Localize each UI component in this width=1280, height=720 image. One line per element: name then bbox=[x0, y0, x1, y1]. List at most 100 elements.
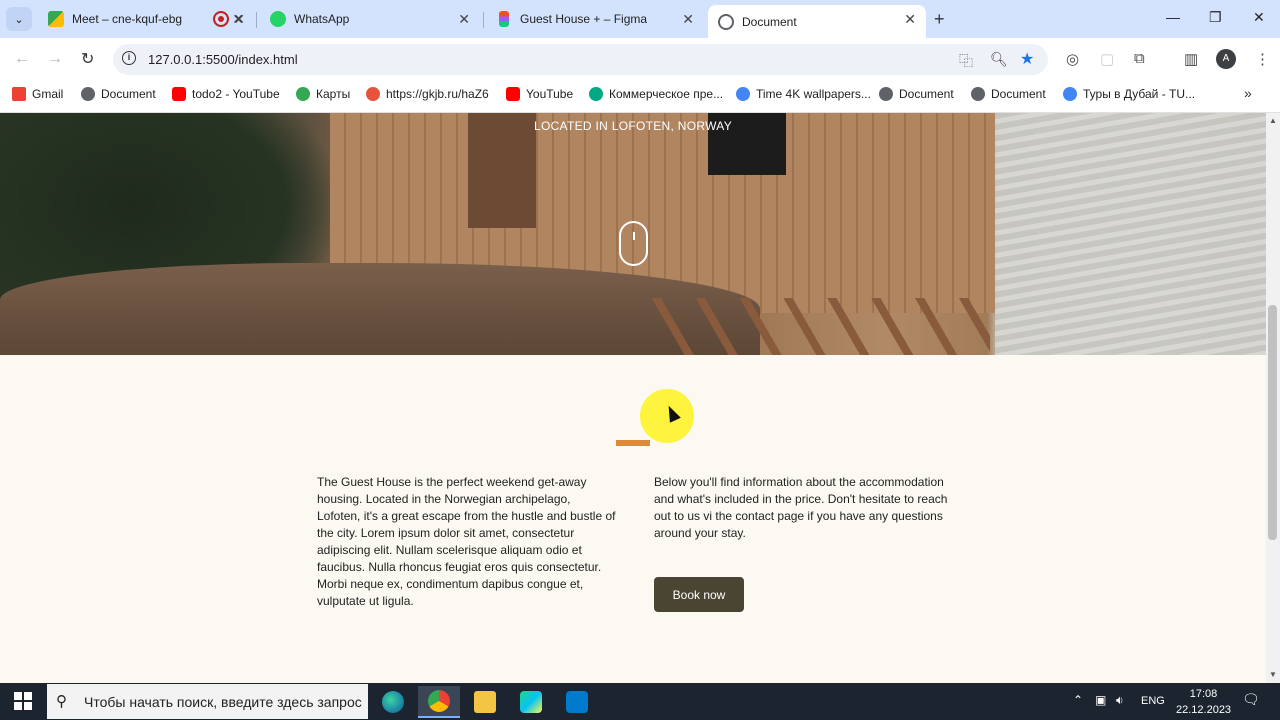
back-arrow-icon[interactable]: ← bbox=[14, 50, 30, 68]
close-window-button[interactable]: ✕ bbox=[1253, 9, 1265, 26]
tab-title: Guest House + – Figma bbox=[520, 12, 648, 26]
bookmark-time4k[interactable]: Time 4K wallpapers... bbox=[736, 87, 871, 101]
bookmark-document-2[interactable]: Document bbox=[879, 87, 954, 101]
reload-icon[interactable]: ↻ bbox=[81, 49, 94, 69]
tab-whatsapp[interactable]: WhatsApp ✕ bbox=[260, 5, 480, 33]
new-tab-button[interactable]: + bbox=[934, 9, 945, 30]
intro-text: The Guest House is the perfect weekend g… bbox=[317, 475, 616, 608]
whatsapp-icon bbox=[270, 11, 286, 27]
tab-recording[interactable]: ✕ bbox=[203, 5, 255, 33]
pulse-icon bbox=[589, 87, 603, 101]
bookmark-document[interactable]: Document bbox=[81, 87, 156, 101]
bookmark-label: Time 4K wallpapers... bbox=[756, 87, 871, 101]
bookmark-label: Коммерческое пре... bbox=[609, 87, 724, 101]
bookmark-document-3[interactable]: Document bbox=[971, 87, 1046, 101]
tab-title: WhatsApp bbox=[294, 12, 350, 26]
bookmark-label: Gmail bbox=[32, 87, 64, 101]
tab-title: Document bbox=[742, 14, 797, 29]
close-icon[interactable]: ✕ bbox=[682, 11, 694, 28]
scroll-down-arrow-icon[interactable]: ▼ bbox=[1269, 670, 1277, 679]
bookmark-label: Карты bbox=[316, 87, 351, 101]
bookmark-label: YouTube bbox=[526, 87, 574, 101]
taskbar-webstorm[interactable] bbox=[510, 686, 552, 718]
folder-icon bbox=[474, 691, 496, 713]
bookmark-label: Document bbox=[101, 87, 156, 101]
scroll-up-arrow-icon[interactable]: ▲ bbox=[1269, 116, 1277, 125]
close-icon[interactable]: ✕ bbox=[233, 11, 245, 28]
translate-icon[interactable]: ⿻ bbox=[959, 51, 973, 71]
notifications-icon[interactable]: 🗨︎ bbox=[1242, 691, 1260, 708]
tab-title: Meet – cne-kquf-ebg bbox=[72, 12, 183, 26]
extension-circle-icon[interactable]: ◎ bbox=[1066, 50, 1079, 68]
star-bookmark-icon[interactable]: ★ bbox=[1020, 49, 1034, 69]
gmail-icon bbox=[12, 87, 26, 101]
section-accent-bar bbox=[616, 440, 650, 446]
windows-start-icon[interactable] bbox=[14, 692, 32, 710]
tray-chevron-up-icon[interactable]: ⌃ bbox=[1073, 693, 1083, 707]
taskbar-file-explorer[interactable] bbox=[464, 686, 506, 718]
chrome-icon bbox=[428, 690, 450, 712]
site-icon bbox=[366, 87, 380, 101]
tab-document[interactable]: Document ✕ bbox=[708, 5, 926, 38]
youtube-icon bbox=[172, 87, 186, 101]
google-icon bbox=[736, 87, 750, 101]
vscode-icon bbox=[566, 691, 588, 713]
taskbar-edge[interactable] bbox=[372, 686, 414, 718]
url-text[interactable]: 127.0.0.1:5500/index.html bbox=[148, 52, 298, 67]
bookmark-label: Document bbox=[991, 87, 1046, 101]
bookmark-maps[interactable]: Карты bbox=[296, 87, 350, 101]
taskbar-chrome[interactable] bbox=[418, 686, 460, 718]
tab-figma[interactable]: Guest House + – Figma ✕ bbox=[486, 5, 704, 33]
tab-separator bbox=[256, 12, 257, 28]
taskbar-search-placeholder[interactable]: Чтобы начать поиск, введите здесь запрос bbox=[84, 694, 362, 710]
bookmark-commercial[interactable]: Коммерческое пре... bbox=[589, 87, 723, 101]
edge-icon bbox=[382, 691, 404, 713]
side-panel-icon[interactable]: ▥ bbox=[1184, 50, 1198, 68]
search-icon: ⚲ bbox=[56, 693, 67, 710]
hero-legs bbox=[650, 298, 990, 355]
bookmark-youtube[interactable]: YouTube bbox=[506, 87, 573, 101]
tray-clock[interactable]: 17:08 22.12.2023 bbox=[1176, 686, 1231, 718]
globe-icon bbox=[81, 87, 95, 101]
youtube-icon bbox=[506, 87, 520, 101]
globe-icon bbox=[971, 87, 985, 101]
hero-rock bbox=[0, 263, 760, 355]
bookmark-gkjb[interactable]: https://gkjb.ru/haZ6 bbox=[366, 87, 489, 101]
tray-volume-icon[interactable]: 🔉︎ bbox=[1116, 693, 1124, 708]
tab-separator bbox=[483, 12, 484, 28]
globe-icon bbox=[879, 87, 893, 101]
extensions-puzzle-icon[interactable]: ⧉ bbox=[1134, 50, 1145, 67]
bookmark-label: https://gkjb.ru/haZ6 bbox=[386, 87, 489, 101]
taskbar-vscode[interactable] bbox=[556, 686, 598, 718]
clock-time: 17:08 bbox=[1189, 688, 1218, 700]
close-icon[interactable]: ✕ bbox=[904, 11, 916, 28]
minimize-button[interactable]: — bbox=[1166, 9, 1180, 25]
globe-icon bbox=[718, 13, 734, 30]
bookmark-todo2-youtube[interactable]: todo2 - YouTube bbox=[172, 87, 280, 101]
bookmark-label: todo2 - YouTube bbox=[192, 87, 280, 101]
book-now-button[interactable]: Book now bbox=[654, 577, 744, 612]
site-info-icon[interactable]: i bbox=[122, 51, 136, 65]
hero-image: LOCATED IN LOFOTEN, NORWAY bbox=[0, 113, 1266, 355]
extension-square-icon[interactable]: ▢ bbox=[1100, 50, 1114, 68]
clock-date: 22.12.2023 bbox=[1176, 704, 1232, 716]
scroll-down-mouse-icon[interactable] bbox=[619, 221, 648, 266]
google-meet-icon bbox=[48, 11, 64, 27]
profile-avatar[interactable]: A bbox=[1216, 49, 1236, 69]
close-icon[interactable]: ✕ bbox=[458, 11, 470, 28]
forward-arrow-icon[interactable]: → bbox=[47, 50, 63, 68]
menu-kebab-icon[interactable]: ⋮ bbox=[1255, 50, 1270, 68]
bookmark-gmail[interactable]: Gmail bbox=[12, 87, 63, 101]
bookmark-label: Туры в Дубай - TU... bbox=[1083, 87, 1196, 101]
maps-pin-icon bbox=[296, 87, 310, 101]
bookmark-dubai-tours[interactable]: Туры в Дубай - TU... bbox=[1063, 87, 1195, 101]
google-icon bbox=[1063, 87, 1077, 101]
figma-icon bbox=[499, 11, 509, 27]
scrollbar-thumb[interactable] bbox=[1268, 305, 1277, 540]
tab-search-chevron-down-icon[interactable]: ⌄ bbox=[6, 7, 32, 31]
restore-button[interactable]: ❐ bbox=[1209, 9, 1222, 26]
zoom-icon[interactable]: 🔍︎ bbox=[990, 51, 1008, 68]
bookmarks-overflow-icon[interactable]: » bbox=[1244, 85, 1252, 101]
tray-network-icon[interactable]: ▣ bbox=[1095, 693, 1106, 707]
tray-language[interactable]: ENG bbox=[1141, 695, 1165, 707]
